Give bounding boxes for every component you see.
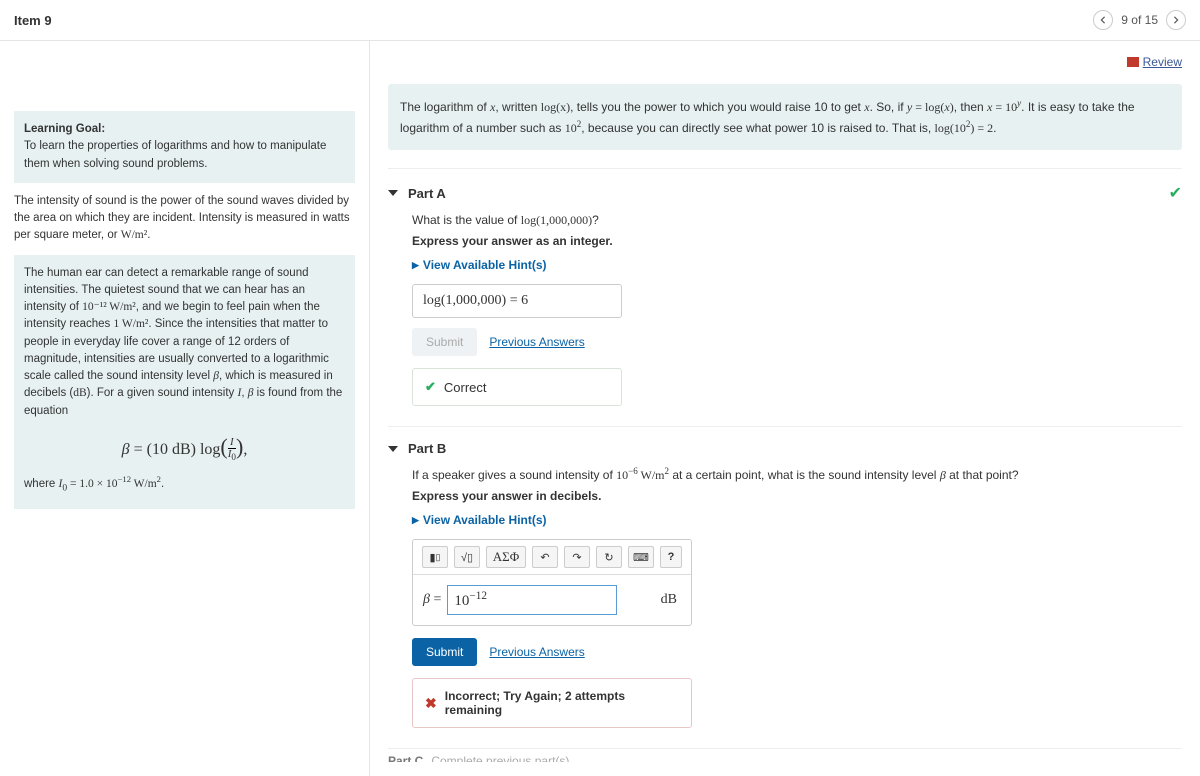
part-a-hints-toggle[interactable]: View Available Hint(s): [412, 258, 1182, 272]
item-nav: 9 of 15: [1093, 10, 1186, 30]
part-a-question: What is the value of log(1,000,000)?: [412, 213, 1182, 228]
sqrt-tool-button[interactable]: √▯: [454, 546, 480, 568]
part-b-answer-input[interactable]: 10−12: [447, 585, 617, 615]
page-header: Item 9 9 of 15: [0, 0, 1200, 41]
part-b-previous-answers-link[interactable]: Previous Answers: [489, 645, 584, 659]
next-item-button[interactable]: [1166, 10, 1186, 30]
item-title: Item 9: [14, 13, 52, 28]
caret-down-icon: [388, 446, 398, 452]
unit-label: dB: [661, 592, 681, 608]
prev-item-button[interactable]: [1093, 10, 1113, 30]
part-a-header[interactable]: Part A: [388, 186, 446, 201]
part-a-instructions: Express your answer as an integer.: [412, 234, 1182, 248]
check-icon: ✔: [425, 379, 436, 395]
flag-icon: [1127, 57, 1139, 67]
logarithm-intro: The logarithm of x, written log(x), tell…: [388, 84, 1182, 150]
content-area: Review The logarithm of x, written log(x…: [370, 41, 1200, 776]
template-tool-button[interactable]: ▮▯: [422, 546, 448, 568]
part-a-previous-answers-link[interactable]: Previous Answers: [489, 335, 584, 349]
learning-goal-box: Learning Goal: To learn the properties o…: [14, 111, 355, 183]
equation-toolbar: ▮▯ √▯ ΑΣΦ ↶ ↷ ↻ ⌨ ?: [413, 540, 691, 575]
part-b-submit-button[interactable]: Submit: [412, 638, 477, 666]
part-c-locked-message: Complete previous part(s): [431, 754, 569, 763]
help-button[interactable]: ?: [660, 546, 682, 568]
part-a-submit-button: Submit: [412, 328, 477, 356]
undo-button[interactable]: ↶: [532, 546, 558, 568]
part-b-instructions: Express your answer in decibels.: [412, 489, 1182, 503]
intensity-definition: The intensity of sound is the power of t…: [14, 183, 355, 255]
caret-down-icon: [388, 190, 398, 196]
part-b-question: If a speaker gives a sound intensity of …: [412, 466, 1182, 483]
learning-goal-text: To learn the properties of logarithms an…: [24, 140, 326, 169]
beta-equation: β = (10 dB) log(II0),: [24, 430, 345, 463]
learning-goal-sidebar: Learning Goal: To learn the properties o…: [0, 41, 370, 776]
part-a-answer-display: log(1,000,000) = 6: [412, 284, 622, 318]
part-a: Part A ✔ What is the value of log(1,000,…: [388, 168, 1182, 406]
part-c-label: Part C: [388, 754, 423, 763]
part-b: Part B If a speaker gives a sound intens…: [388, 426, 1182, 728]
part-b-header[interactable]: Part B: [388, 441, 446, 456]
greek-letters-button[interactable]: ΑΣΦ: [486, 546, 526, 568]
beta-label: β =: [423, 592, 441, 608]
check-icon: ✔: [1169, 183, 1182, 203]
background-box: The human ear can detect a remarkable ra…: [14, 255, 355, 510]
part-b-answer-widget: ▮▯ √▯ ΑΣΦ ↶ ↷ ↻ ⌨ ? β = 10−12 dB: [412, 539, 692, 626]
part-c: Part C Complete previous part(s): [388, 748, 1182, 762]
part-b-incorrect-feedback: ✖ Incorrect; Try Again; 2 attempts remai…: [412, 678, 692, 728]
item-position: 9 of 15: [1121, 13, 1158, 27]
part-a-correct-feedback: ✔ Correct: [412, 368, 622, 406]
reset-button[interactable]: ↻: [596, 546, 622, 568]
x-icon: ✖: [425, 695, 437, 712]
keyboard-button[interactable]: ⌨: [628, 546, 654, 568]
part-b-hints-toggle[interactable]: View Available Hint(s): [412, 513, 1182, 527]
review-link[interactable]: Review: [1127, 55, 1182, 69]
redo-button[interactable]: ↷: [564, 546, 590, 568]
learning-goal-heading: Learning Goal:: [24, 123, 105, 135]
